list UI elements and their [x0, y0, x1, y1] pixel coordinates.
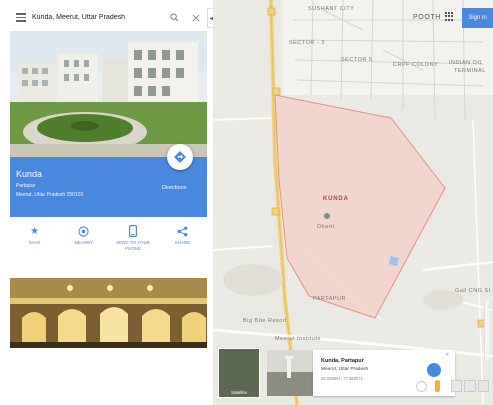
- place-panel: Kunda, Meerut, Uttar Pradesh Kunda Parta…: [10, 4, 207, 348]
- star-icon: ★: [30, 225, 40, 237]
- place-info-bar: Kunda Partapur Meerut, Uttar Pradesh 250…: [10, 144, 207, 217]
- map-label-dharti: Dharti: [317, 224, 335, 230]
- save-button[interactable]: ★ SAVE: [10, 224, 59, 269]
- map-label-indian-oil: INDIAN OIL: [449, 60, 484, 66]
- mini-card-coordinates: 28.938861, 77.669071: [321, 376, 363, 381]
- map-tools: [451, 380, 489, 392]
- place-photo[interactable]: [10, 32, 207, 157]
- action-label: SAVE: [28, 240, 41, 245]
- map-label-pooth: POOTH: [413, 14, 441, 21]
- action-label: SEND TO YOUR PHONE: [116, 240, 151, 251]
- layers-button[interactable]: [477, 380, 489, 392]
- directions-label: Directions: [162, 185, 187, 191]
- place-address: Meerut, Uttar Pradesh 250103: [16, 192, 84, 198]
- phone-icon: [126, 224, 140, 238]
- pegman-icon[interactable]: [435, 380, 440, 392]
- apps-grid-icon[interactable]: [445, 12, 454, 21]
- zoom-out-button[interactable]: [464, 380, 476, 392]
- mini-card-subtitle: Meerut, Uttar Pradesh: [321, 367, 369, 372]
- map-label-gail-cng: Gail CNG St: [455, 288, 491, 294]
- action-row: ★ SAVE NEARBY SEND TO YOUR PHONE SHARE: [10, 224, 207, 269]
- place-locality: Partapur: [16, 183, 36, 189]
- map-canvas[interactable]: SUSHANT CITY POOTH Sign in SECTOR - 3 SE…: [213, 0, 493, 405]
- satellite-label: Satellite: [230, 390, 247, 395]
- map-label-sushant-city: SUSHANT CITY: [308, 6, 355, 12]
- map-scrollbar[interactable]: [484, 300, 489, 360]
- menu-icon[interactable]: [10, 4, 32, 32]
- close-icon[interactable]: [185, 4, 207, 32]
- map-label-meerut-institute: Meerut Institute: [275, 336, 321, 342]
- map-label-partapur: PARTAPUR: [313, 296, 347, 302]
- share-button[interactable]: SHARE: [158, 224, 207, 269]
- place-mini-card[interactable]: Kunda, Partapur Meerut, Uttar Pradesh 28…: [313, 350, 455, 396]
- nearby-button[interactable]: NEARBY: [59, 224, 108, 269]
- send-to-phone-button[interactable]: SEND TO YOUR PHONE: [109, 224, 158, 269]
- kunda-boundary[interactable]: [274, 94, 446, 319]
- map-label-crpf-colony: CRPF COLONY: [393, 62, 439, 68]
- interior-photo[interactable]: [10, 278, 207, 348]
- close-icon[interactable]: ✕: [445, 352, 449, 358]
- map-label-kunda: KUNDA: [323, 196, 349, 202]
- mini-card-title: Kunda, Partapur: [321, 358, 364, 364]
- screen: Kunda, Meerut, Uttar Pradesh Kunda Parta…: [0, 0, 493, 405]
- directions-icon: [174, 151, 186, 163]
- sign-in-button[interactable]: Sign in: [462, 8, 493, 28]
- map-label-terminal: TERMINAL: [454, 68, 486, 74]
- zoom-in-button[interactable]: [451, 380, 463, 392]
- street-view-thumbnail[interactable]: [267, 350, 313, 396]
- mini-card-directions-icon[interactable]: [427, 363, 441, 377]
- share-icon: [175, 224, 189, 238]
- directions-button[interactable]: [167, 144, 193, 170]
- search-icon[interactable]: [163, 4, 185, 32]
- compass-icon[interactable]: [416, 381, 427, 392]
- search-input[interactable]: Kunda, Meerut, Uttar Pradesh: [32, 14, 163, 21]
- map-label-sector-3: SECTOR - 3: [289, 40, 325, 46]
- satellite-toggle[interactable]: Satellite: [218, 348, 260, 398]
- search-bar: Kunda, Meerut, Uttar Pradesh: [10, 4, 207, 32]
- map-label-sector-5: SECTOR 5: [341, 57, 373, 63]
- action-label: SHARE: [174, 240, 191, 245]
- nearby-icon: [77, 224, 91, 238]
- map-label-big-bite-resort: Big Bite Resort: [243, 318, 288, 324]
- action-label: NEARBY: [74, 240, 94, 245]
- place-title: Kunda: [16, 169, 43, 179]
